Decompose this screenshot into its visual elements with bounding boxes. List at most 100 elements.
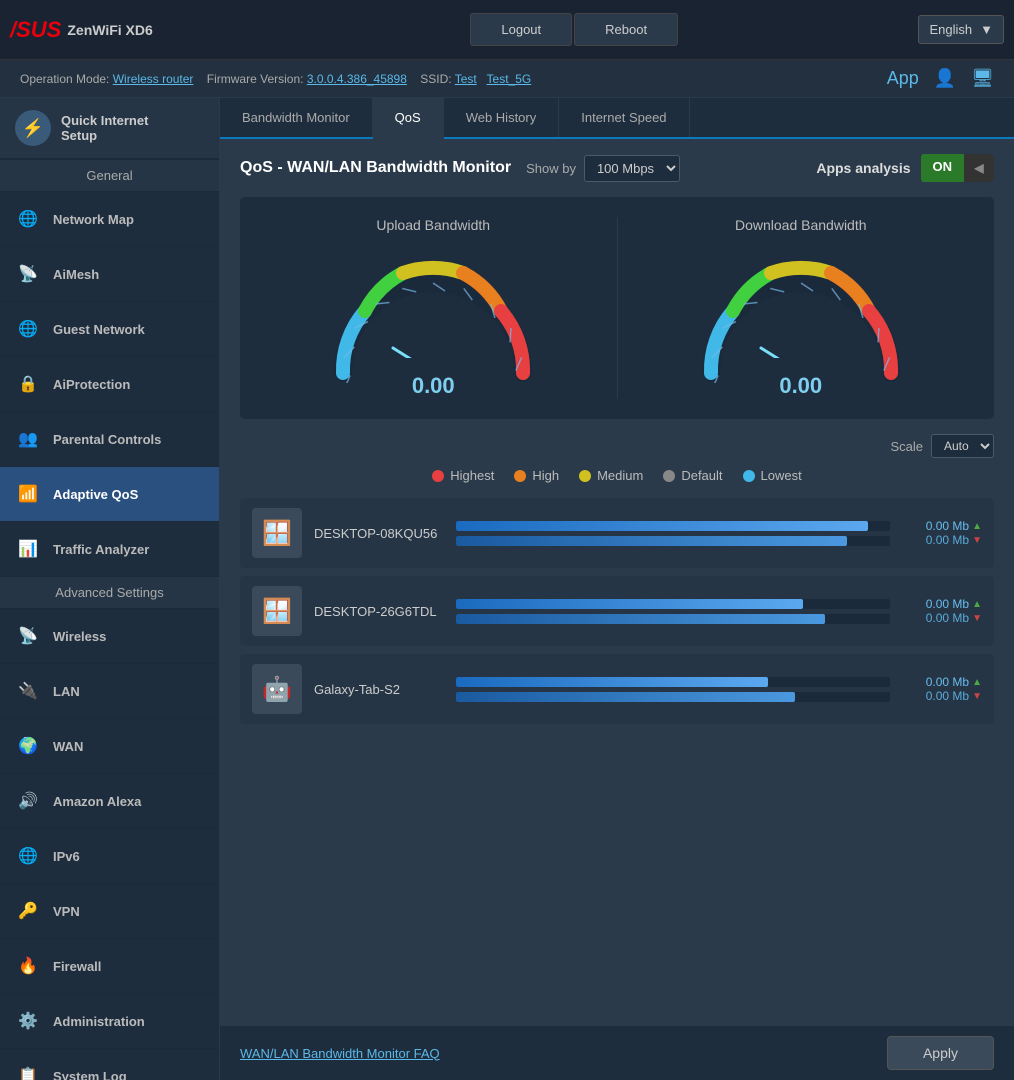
app-label[interactable]: App (887, 68, 919, 89)
sidebar-label-administration: Administration (53, 1014, 145, 1029)
section-header: QoS - WAN/LAN Bandwidth Monitor Show by … (240, 154, 994, 182)
device-stats: 0.00 Mb ▲ 0.00 Mb ▼ (902, 675, 982, 703)
info-bar-left: Operation Mode: Wireless router Firmware… (20, 72, 531, 86)
sidebar-item-wireless[interactable]: 📡 Wireless (0, 609, 219, 664)
sidebar-item-traffic-analyzer[interactable]: 📊 Traffic Analyzer (0, 522, 219, 577)
sidebar-label-traffic-analyzer: Traffic Analyzer (53, 542, 149, 557)
legend-highest: Highest (432, 468, 494, 483)
faq-link[interactable]: WAN/LAN Bandwidth Monitor FAQ (240, 1046, 440, 1061)
device-download-value: 0.00 Mb (926, 611, 969, 625)
tab-qos[interactable]: QoS (373, 98, 444, 139)
sidebar-item-administration[interactable]: ⚙️ Administration (0, 994, 219, 1049)
sidebar-item-aiprotection[interactable]: 🔒 AiProtection (0, 357, 219, 412)
logo-model: ZenWiFi XD6 (67, 22, 152, 38)
logout-button[interactable]: Logout (470, 13, 572, 46)
legend-high: High (514, 468, 559, 483)
info-bar-right: App 👤 🖥 (887, 68, 994, 89)
sidebar-label-system-log: System Log (53, 1069, 127, 1080)
sidebar-item-aimesh[interactable]: 📡 AiMesh (0, 247, 219, 302)
main-layout: ⚡ Quick InternetSetup General 🌐 Network … (0, 98, 1014, 1080)
tab-bandwidth-monitor[interactable]: Bandwidth Monitor (220, 98, 373, 137)
firewall-icon: 🔥 (15, 953, 41, 979)
sidebar-label-ipv6: IPv6 (53, 849, 80, 864)
monitor-icon[interactable]: 🖥 (971, 68, 994, 89)
reboot-button[interactable]: Reboot (574, 13, 678, 46)
toggle-slider[interactable]: ◀ (964, 154, 994, 182)
up-arrow-icon: ▲ (972, 677, 982, 688)
sidebar-item-lan[interactable]: 🔌 LAN (0, 664, 219, 719)
sidebar-item-amazon-alexa[interactable]: 🔊 Amazon Alexa (0, 774, 219, 829)
tab-internet-speed[interactable]: Internet Speed (559, 98, 689, 137)
lan-icon: 🔌 (15, 678, 41, 704)
toggle-on-label[interactable]: ON (921, 154, 965, 182)
quick-setup-label: Quick InternetSetup (61, 113, 148, 143)
show-by-select[interactable]: 100 Mbps 10 Mbps 1 Gbps (584, 155, 680, 182)
device-icon: 🪟 (252, 586, 302, 636)
inner-content: QoS - WAN/LAN Bandwidth Monitor Show by … (220, 139, 1014, 1025)
device-name: DESKTOP-26G6TDL (314, 604, 444, 619)
sidebar-item-firewall[interactable]: 🔥 Firewall (0, 939, 219, 994)
firmware-link[interactable]: 3.0.0.4.386_45898 (307, 72, 407, 86)
device-download-value: 0.00 Mb (926, 689, 969, 703)
sidebar-item-wan[interactable]: 🌍 WAN (0, 719, 219, 774)
top-bar: /SUS ZenWiFi XD6 Logout Reboot English ▼ (0, 0, 1014, 60)
device-upload-value: 0.00 Mb (926, 519, 969, 533)
legend-dot-medium (579, 470, 591, 482)
operation-mode-link[interactable]: Wireless router (113, 72, 194, 86)
sidebar-item-guest-network[interactable]: 🌐 Guest Network (0, 302, 219, 357)
sidebar-label-wireless: Wireless (53, 629, 106, 644)
amazon-alexa-icon: 🔊 (15, 788, 41, 814)
sidebar-label-wan: WAN (53, 739, 83, 754)
up-arrow-icon: ▲ (972, 599, 982, 610)
device-bars (456, 599, 890, 624)
aiprotection-icon: 🔒 (15, 371, 41, 397)
language-select[interactable]: English ▼ (918, 15, 1004, 44)
device-upload-value: 0.00 Mb (926, 675, 969, 689)
device-row-device1: 🪟 DESKTOP-08KQU56 0.00 Mb ▲ 0.00 Mb ▼ (240, 498, 994, 568)
legend-dot-highest (432, 470, 444, 482)
wan-icon: 🌍 (15, 733, 41, 759)
apply-button[interactable]: Apply (887, 1036, 994, 1070)
bar-up-track (456, 599, 890, 609)
gauges-row: Upload Bandwidth (240, 197, 994, 419)
bar-up-track (456, 521, 890, 531)
scale-select[interactable]: Auto 1 10 100 (931, 434, 994, 458)
download-gauge-svg (691, 243, 911, 383)
ssid5g-link[interactable]: Test_5G (487, 72, 532, 86)
sidebar-label-firewall: Firewall (53, 959, 101, 974)
device-name: DESKTOP-08KQU56 (314, 526, 444, 541)
aimesh-icon: 📡 (15, 261, 41, 287)
tab-web-history[interactable]: Web History (444, 98, 560, 137)
ssid-link[interactable]: Test (455, 72, 477, 86)
upload-gauge: Upload Bandwidth (260, 217, 607, 399)
quick-setup-icon: ⚡ (15, 110, 51, 146)
upload-gauge-title: Upload Bandwidth (260, 217, 607, 233)
device-row-device3: 🤖 Galaxy-Tab-S2 0.00 Mb ▲ 0.00 Mb ▼ (240, 654, 994, 724)
device-icon: 🪟 (252, 508, 302, 558)
sidebar-item-system-log[interactable]: 📋 System Log (0, 1049, 219, 1080)
bar-down-track (456, 614, 890, 624)
tabs-bar: Bandwidth Monitor QoS Web History Intern… (220, 98, 1014, 139)
bottom-bar: WAN/LAN Bandwidth Monitor FAQ Apply (220, 1025, 1014, 1080)
apps-analysis-toggle: Apps analysis ON ◀ (816, 154, 994, 182)
bar-down-track (456, 536, 890, 546)
sidebar-general-header: General (0, 160, 219, 192)
sidebar-item-adaptive-qos[interactable]: 📶 Adaptive QoS (0, 467, 219, 522)
download-gauge: Download Bandwidth (628, 217, 975, 399)
sidebar-label-vpn: VPN (53, 904, 80, 919)
show-by: Show by 100 Mbps 10 Mbps 1 Gbps (526, 155, 680, 182)
up-arrow-icon: ▲ (972, 521, 982, 532)
wireless-icon: 📡 (15, 623, 41, 649)
sidebar-item-parental-controls[interactable]: 👥 Parental Controls (0, 412, 219, 467)
sidebar-item-quick-setup[interactable]: ⚡ Quick InternetSetup (0, 98, 219, 160)
bar-up-fill (456, 521, 868, 531)
legend-dot-lowest (743, 470, 755, 482)
sidebar-item-network-map[interactable]: 🌐 Network Map (0, 192, 219, 247)
bar-down-fill (456, 614, 825, 624)
bar-down-track (456, 692, 890, 702)
down-arrow-icon: ▼ (972, 535, 982, 546)
user-icon[interactable]: 👤 (934, 68, 956, 89)
sidebar-item-vpn[interactable]: 🔑 VPN (0, 884, 219, 939)
sidebar-label-adaptive-qos: Adaptive QoS (53, 487, 138, 502)
sidebar-item-ipv6[interactable]: 🌐 IPv6 (0, 829, 219, 884)
